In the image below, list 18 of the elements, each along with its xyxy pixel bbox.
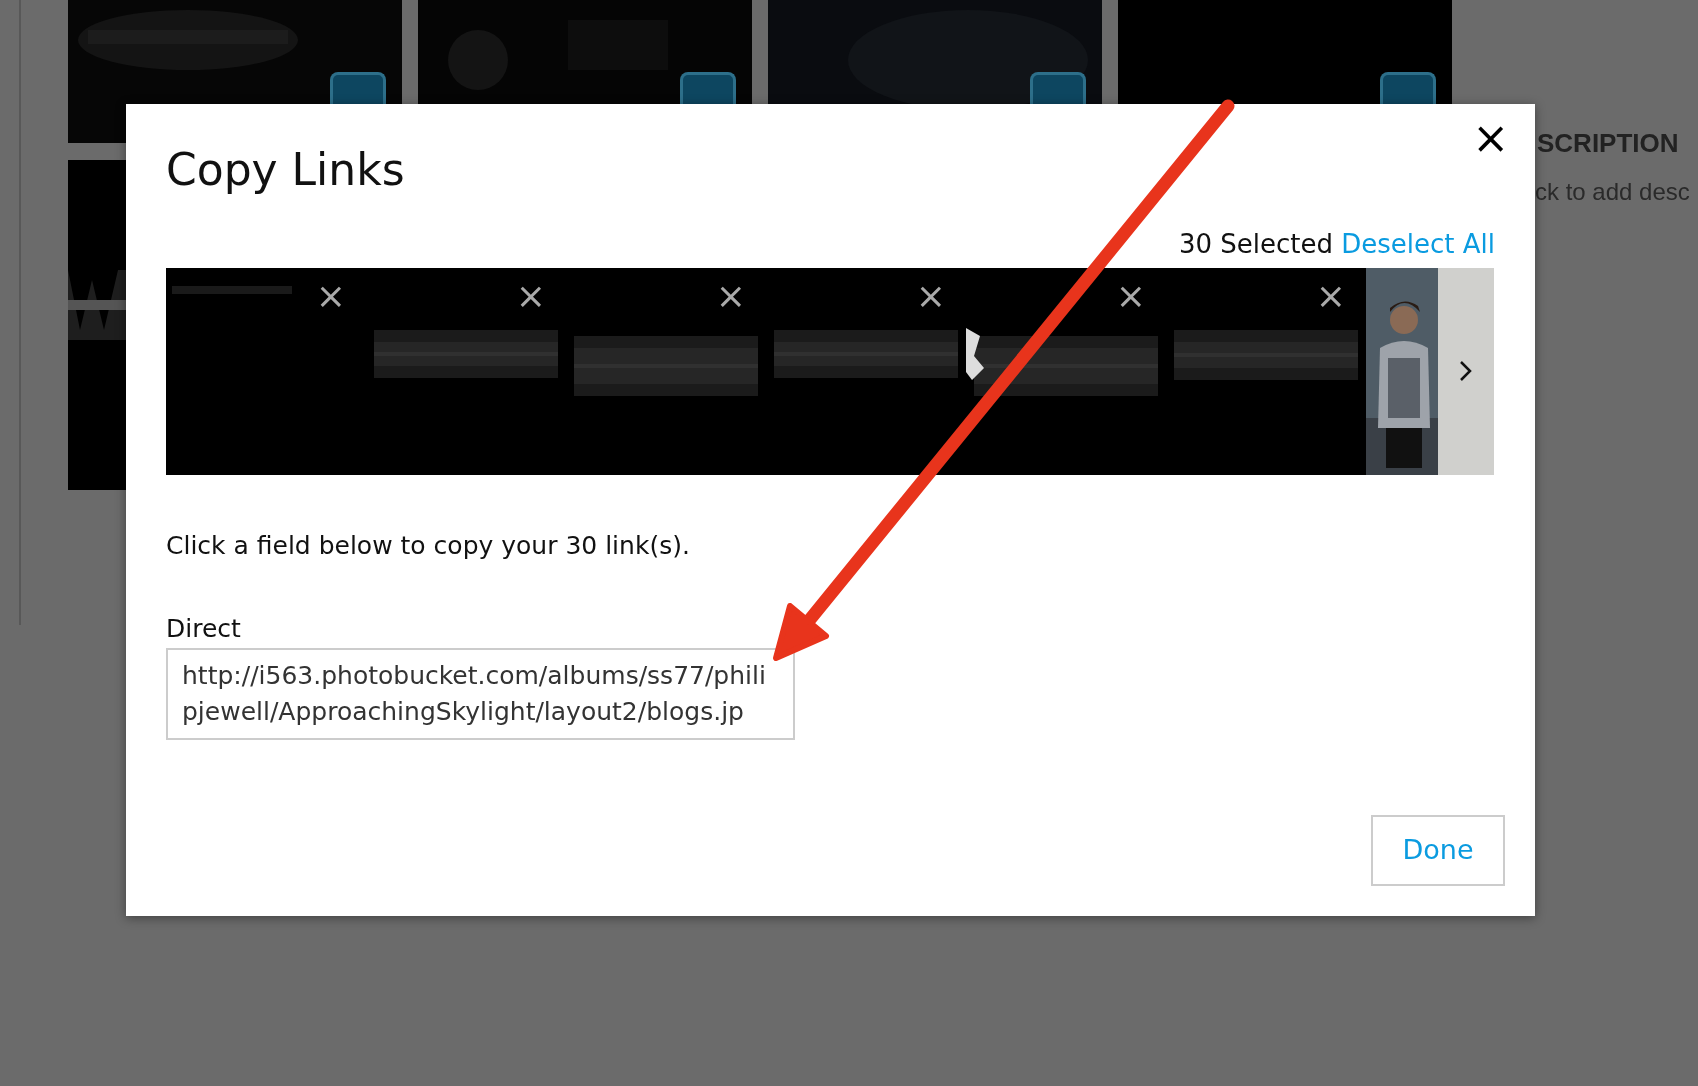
next-icon[interactable] [1459, 360, 1473, 383]
remove-button[interactable]: × [915, 277, 946, 314]
checkbox[interactable] [330, 72, 386, 104]
checkbox[interactable] [1380, 72, 1436, 104]
selected-count: 30 Selected [1178, 228, 1333, 259]
dialog-title: Copy Links [166, 144, 406, 197]
remove-button[interactable]: × [315, 277, 346, 314]
remove-button[interactable]: × [515, 277, 546, 314]
checkbox[interactable] [680, 72, 736, 104]
instructions-text: Click a field below to copy your 30 link(s). [166, 529, 691, 562]
link-field[interactable]: http://i563.photobucket.com/albums/ss77/philipjewell/ApproachingSkylight/layout2/blogs.jp [166, 647, 795, 740]
checkbox[interactable] [1030, 72, 1086, 104]
section-heading: SCRIPTION [1537, 127, 1679, 160]
remove-button[interactable]: × [715, 277, 746, 314]
field-label: Direct [166, 613, 242, 646]
close-button[interactable]: × [1468, 116, 1513, 160]
remove-button[interactable]: × [1115, 277, 1146, 314]
description-hint: ck to add desc [1535, 177, 1690, 207]
